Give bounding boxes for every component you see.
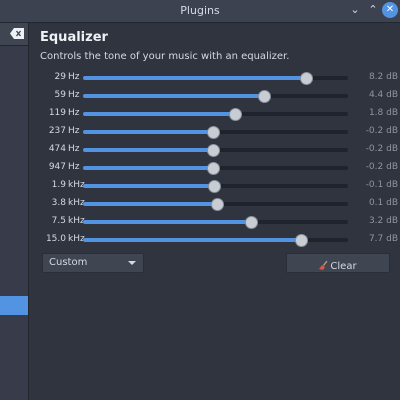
band-slider[interactable] — [83, 72, 348, 85]
band-frequency: 947 — [48, 162, 66, 172]
band-slider-handle[interactable] — [295, 234, 308, 247]
band-row: 947 Hz -0.2 dB — [30, 159, 400, 177]
band-slider-handle[interactable] — [229, 108, 242, 121]
band-frequency: 15.0 — [45, 234, 66, 244]
clear-button[interactable]: Clear — [286, 253, 390, 273]
page-description: Controls the tone of your music with an … — [40, 51, 290, 62]
preset-select-value: Custom — [49, 257, 88, 268]
band-gain-value: -0.2 dB — [365, 126, 398, 136]
band-slider-fill — [83, 166, 213, 170]
band-unit: kHz — [68, 234, 85, 244]
band-slider[interactable] — [83, 162, 348, 175]
plugin-list-sidebar — [0, 23, 29, 400]
band-slider-handle[interactable] — [208, 180, 221, 193]
band-row: 15.0 kHz 7.7 dB — [30, 231, 400, 249]
band-frequency: 3.8 — [51, 198, 66, 208]
band-slider-handle[interactable] — [300, 72, 313, 85]
band-slider-handle[interactable] — [245, 216, 258, 229]
band-unit: Hz — [68, 144, 80, 154]
band-slider-fill — [83, 148, 213, 152]
clear-button-label: Clear — [330, 261, 357, 272]
band-slider[interactable] — [83, 144, 348, 157]
band-frequency: 59 — [54, 90, 66, 100]
band-slider-handle[interactable] — [207, 126, 220, 139]
band-row: 59 Hz 4.4 dB — [30, 87, 400, 105]
band-slider-fill — [83, 184, 214, 188]
band-gain-value: 1.8 dB — [368, 108, 398, 118]
page-title: Equalizer — [40, 30, 108, 45]
band-unit: Hz — [68, 108, 80, 118]
band-slider[interactable] — [83, 108, 348, 121]
band-slider-handle[interactable] — [258, 90, 271, 103]
band-row: 29 Hz 8.2 dB — [30, 69, 400, 87]
band-frequency: 7.5 — [51, 216, 66, 226]
chevron-down-icon — [128, 261, 136, 265]
close-icon: ✕ — [385, 4, 395, 15]
band-unit: kHz — [68, 216, 85, 226]
band-gain-value: 7.7 dB — [368, 234, 398, 244]
band-slider-fill — [83, 94, 264, 98]
plugin-search-input[interactable] — [0, 23, 28, 46]
band-slider[interactable] — [83, 216, 348, 229]
band-row: 7.5 kHz 3.2 dB — [30, 213, 400, 231]
band-row: 119 Hz 1.8 dB — [30, 105, 400, 123]
band-slider-handle[interactable] — [211, 198, 224, 211]
band-slider-fill — [83, 238, 301, 242]
backspace-icon[interactable] — [10, 28, 24, 39]
band-gain-value: 3.2 dB — [368, 216, 398, 226]
band-slider[interactable] — [83, 198, 348, 211]
band-slider[interactable] — [83, 234, 348, 247]
band-frequency: 474 — [48, 144, 66, 154]
band-row: 474 Hz -0.2 dB — [30, 141, 400, 159]
band-unit: kHz — [68, 198, 85, 208]
band-unit: Hz — [68, 90, 80, 100]
band-frequency: 29 — [54, 72, 66, 82]
band-slider[interactable] — [83, 90, 348, 103]
band-unit: kHz — [68, 180, 85, 190]
band-slider-fill — [83, 76, 306, 80]
band-unit: Hz — [68, 162, 80, 172]
maximize-button[interactable]: ⌃ — [365, 2, 381, 18]
band-slider-fill — [83, 220, 251, 224]
band-frequency: 1.9 — [51, 180, 66, 190]
close-button[interactable]: ✕ — [382, 2, 398, 18]
broom-icon — [319, 261, 328, 270]
chevron-up-icon: ⌃ — [368, 3, 378, 16]
band-gain-value: -0.2 dB — [365, 144, 398, 154]
band-gain-value: 8.2 dB — [368, 72, 398, 82]
band-gain-value: 4.4 dB — [368, 90, 398, 100]
band-slider-fill — [83, 202, 217, 206]
band-frequency: 237 — [48, 126, 66, 136]
band-row: 3.8 kHz 0.1 dB — [30, 195, 400, 213]
band-slider-fill — [83, 112, 235, 116]
band-gain-value: 0.1 dB — [368, 198, 398, 208]
window-title: Plugins — [180, 4, 220, 17]
band-unit: Hz — [68, 72, 80, 82]
band-slider[interactable] — [83, 126, 348, 139]
equalizer-panel: Equalizer Controls the tone of your musi… — [30, 23, 400, 400]
band-gain-value: -0.1 dB — [365, 180, 398, 190]
band-row: 237 Hz -0.2 dB — [30, 123, 400, 141]
minimize-button[interactable]: ⌄ — [347, 2, 363, 18]
band-slider[interactable] — [83, 180, 348, 193]
preset-select[interactable]: Custom — [42, 253, 144, 273]
band-gain-value: -0.2 dB — [365, 162, 398, 172]
band-slider-handle[interactable] — [207, 144, 220, 157]
band-row: 1.9 kHz -0.1 dB — [30, 177, 400, 195]
band-frequency: 119 — [48, 108, 66, 118]
band-slider-fill — [83, 130, 213, 134]
plugin-list-item-selected[interactable] — [0, 296, 28, 315]
band-unit: Hz — [68, 126, 80, 136]
window-titlebar: Plugins ⌄ ⌃ ✕ — [0, 0, 400, 23]
band-slider-handle[interactable] — [207, 162, 220, 175]
chevron-down-icon: ⌄ — [350, 3, 360, 16]
